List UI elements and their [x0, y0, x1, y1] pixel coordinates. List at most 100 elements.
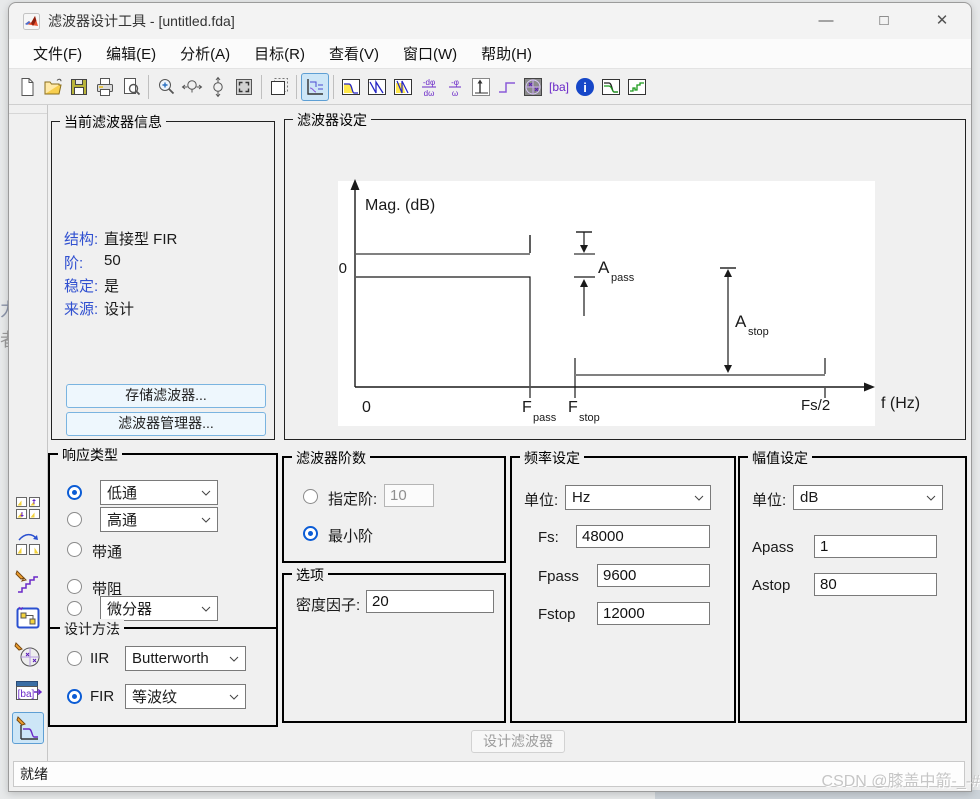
save-icon[interactable] [66, 74, 92, 100]
filter-information-icon[interactable]: i [572, 74, 598, 100]
filter-specification-icon[interactable] [301, 72, 329, 101]
pole-zero-plot-icon[interactable] [520, 74, 546, 100]
quantized-response-icon[interactable] [624, 74, 650, 100]
svg-text:F: F [568, 399, 578, 416]
svg-text:A: A [735, 312, 747, 331]
specify-order-radio[interactable] [303, 489, 318, 504]
menu-bar: 文件(F) 编辑(E) 分析(A) 目标(R) 查看(V) 窗口(W) 帮助(H… [9, 39, 971, 69]
apass-label: Apass [752, 539, 794, 556]
info-label: 结构: [64, 231, 99, 248]
panel-title: 滤波器设定 [293, 110, 371, 130]
zoom-x-icon[interactable] [179, 74, 205, 100]
info-value: 直接型 FIR [104, 231, 178, 248]
minimize-button[interactable]: — [797, 3, 855, 39]
menu-file[interactable]: 文件(F) [21, 40, 94, 67]
info-value: 是 [104, 278, 120, 295]
svg-text:pass: pass [611, 272, 635, 284]
print-icon[interactable] [92, 74, 118, 100]
title-bar[interactable]: 滤波器设计工具 - [untitled.fda] — □ ✕ [9, 3, 971, 39]
filter-order-panel: 滤波器阶数 指定阶: 最小阶 [282, 448, 506, 563]
menu-window[interactable]: 窗口(W) [391, 40, 469, 67]
impulse-response-icon[interactable] [468, 74, 494, 100]
menu-edit[interactable]: 编辑(E) [94, 40, 168, 67]
new-window-icon[interactable] [266, 74, 292, 100]
group-delay-icon[interactable]: -dφ dω [416, 74, 442, 100]
pole-zero-editor-icon[interactable] [12, 639, 44, 671]
create-multirate-filter-icon[interactable] [12, 492, 44, 524]
store-filter-button[interactable]: 存储滤波器... [66, 384, 266, 408]
differentiator-radio[interactable] [67, 601, 82, 616]
bandpass-radio[interactable] [67, 542, 82, 557]
frequency-spec-panel: 频率设定 单位: Hz Fs: Fpass Fstop [510, 448, 736, 723]
close-button[interactable]: ✕ [913, 3, 971, 39]
fstop-label: Fstop [538, 606, 576, 623]
menu-analysis[interactable]: 分析(A) [168, 40, 242, 67]
density-factor-input[interactable] [366, 590, 494, 613]
iir-radio[interactable] [67, 651, 82, 666]
magnitude-spec-panel: 幅值设定 单位: dB Apass Astop [738, 448, 967, 723]
menu-view[interactable]: 查看(V) [317, 40, 391, 67]
filter-manager-button[interactable]: 滤波器管理器... [66, 412, 266, 436]
phase-delay-icon[interactable]: -φ ω [442, 74, 468, 100]
realize-model-icon[interactable] [12, 602, 44, 634]
bandstop-radio[interactable] [67, 579, 82, 594]
current-filter-info-panel: 当前滤波器信息 结构: 直接型 FIR 阶: 50 稳定: 是 来源: 设计 存… [51, 112, 275, 440]
panel-title: 频率设定 [520, 448, 584, 468]
apass-input[interactable] [814, 535, 937, 558]
options-panel: 选项 密度因子: [282, 565, 506, 723]
maximize-button[interactable]: □ [855, 3, 913, 39]
info-value: 设计 [104, 301, 135, 318]
step-response-icon[interactable] [494, 74, 520, 100]
magnitude-and-phase-icon[interactable] [390, 74, 416, 100]
fir-label: FIR [90, 688, 115, 705]
design-filter-icon[interactable] [12, 712, 44, 744]
fir-method-combo[interactable]: 等波纹 [125, 684, 246, 709]
iir-method-combo[interactable]: Butterworth [125, 646, 246, 671]
svg-text:-dφ: -dφ [423, 78, 435, 87]
astop-input[interactable] [814, 573, 937, 596]
toolbar: -dφ dω -φ ω [ba] i [9, 69, 971, 105]
fpass-input[interactable] [597, 564, 710, 587]
svg-text:dω: dω [424, 89, 435, 98]
transform-filter-icon[interactable] [12, 529, 44, 561]
new-file-icon[interactable] [14, 74, 40, 100]
svg-text:f (Hz): f (Hz) [881, 395, 920, 412]
minimum-order-radio[interactable] [303, 526, 318, 541]
filter-realization-icon[interactable] [598, 74, 624, 100]
filter-coefficients-icon[interactable]: [ba] [546, 74, 572, 100]
svg-text:0: 0 [362, 399, 371, 416]
magnitude-response-icon[interactable] [338, 74, 364, 100]
fdatool-window: 滤波器设计工具 - [untitled.fda] — □ ✕ 文件(F) 编辑(… [8, 2, 972, 792]
menu-help[interactable]: 帮助(H) [469, 40, 544, 67]
lowpass-radio[interactable] [67, 485, 82, 500]
freq-unit-combo[interactable]: Hz [565, 485, 711, 510]
fir-radio[interactable] [67, 689, 82, 704]
differentiator-combo[interactable]: 微分器 [100, 596, 218, 621]
design-method-title: 设计方法 [60, 619, 124, 639]
svg-text:Fs/2: Fs/2 [801, 397, 830, 414]
highpass-radio[interactable] [67, 512, 82, 527]
highpass-combo[interactable]: 高通 [100, 507, 218, 532]
svg-text:0: 0 [339, 260, 347, 277]
svg-text:[ba]: [ba] [549, 80, 569, 94]
open-file-icon[interactable] [40, 74, 66, 100]
matlab-app-icon [23, 12, 40, 30]
print-preview-icon[interactable] [118, 74, 144, 100]
info-label: 来源: [64, 301, 99, 318]
mag-unit-combo[interactable]: dB [793, 485, 943, 510]
iir-label: IIR [90, 650, 110, 667]
design-filter-button[interactable]: 设计滤波器 [471, 730, 565, 753]
fs-input[interactable] [576, 525, 710, 548]
menu-targets[interactable]: 目标(R) [242, 40, 317, 67]
svg-text:[ba]: [ba] [18, 689, 35, 700]
zoom-y-icon[interactable] [205, 74, 231, 100]
lowpass-combo[interactable]: 低通 [100, 480, 218, 505]
minimum-order-label: 最小阶 [328, 528, 374, 545]
specify-order-input[interactable] [384, 484, 434, 507]
zoom-in-icon[interactable] [153, 74, 179, 100]
set-quantization-parameters-icon[interactable] [12, 566, 44, 598]
import-filter-icon[interactable]: [ba] [12, 675, 44, 707]
full-view-icon[interactable] [231, 74, 257, 100]
fstop-input[interactable] [597, 602, 710, 625]
phase-response-icon[interactable] [364, 74, 390, 100]
